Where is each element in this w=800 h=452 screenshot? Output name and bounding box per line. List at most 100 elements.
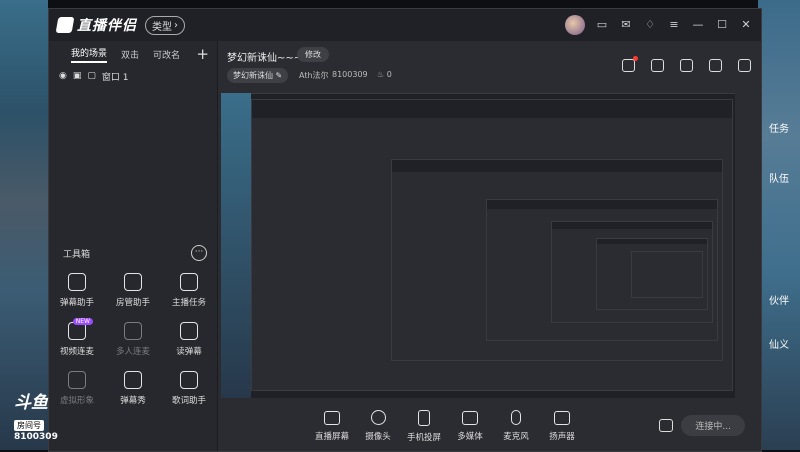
record-icon[interactable] bbox=[659, 419, 673, 432]
douyu-watermark: 斗鱼 房间号 8100309 bbox=[14, 388, 58, 442]
maximize-icon[interactable]: ☐ bbox=[715, 18, 729, 32]
game-menu-team: 队伍 bbox=[769, 174, 789, 185]
tool-admin-assistant[interactable]: 房管助手 bbox=[105, 273, 161, 308]
preview-frame-7 bbox=[631, 251, 703, 298]
more-icon[interactable]: ··· bbox=[191, 245, 207, 261]
minimize-icon[interactable]: — bbox=[691, 18, 705, 32]
header-icons bbox=[622, 56, 751, 72]
app-name: 直播伴侣 bbox=[77, 18, 137, 34]
game-background-right bbox=[758, 0, 800, 450]
lyrics-icon bbox=[180, 371, 198, 389]
tool-label: 弹幕秀 bbox=[120, 396, 146, 406]
tab-double-click[interactable]: 双击 bbox=[121, 48, 139, 61]
danmaku-icon bbox=[68, 273, 86, 291]
bell-icon[interactable] bbox=[709, 59, 722, 72]
game-menu-immortal: 仙义 bbox=[769, 340, 789, 351]
task-icon bbox=[180, 273, 198, 291]
stream-header: 梦幻新诛仙~~~ 修改 梦幻新诛仙 ✎ Ath法尔 8100309 ♨ 0 bbox=[217, 41, 761, 93]
chevron-right-icon: › bbox=[174, 19, 178, 31]
multi-mic-icon bbox=[124, 322, 142, 340]
media-button[interactable]: 多媒体 bbox=[447, 410, 493, 442]
title-bar: 直播伴侣 类型 › ▭ ✉ ♢ ≡ — ☐ ✕ bbox=[49, 9, 761, 41]
type-label: 类型 bbox=[152, 21, 172, 33]
sidebar: 我的场景 双击 可改名 + ◉ ▣ ▢ 窗口 1 工具箱 ··· 弹幕助手 房管… bbox=[49, 41, 218, 451]
edit-button[interactable]: 修改 bbox=[297, 47, 329, 62]
microphone-icon bbox=[511, 410, 521, 425]
game-menu-task: 任务 bbox=[769, 124, 789, 135]
tool-streamer-task[interactable]: 主播任务 bbox=[161, 273, 217, 308]
app-window: 直播伴侣 类型 › ▭ ✉ ♢ ≡ — ☐ ✕ 我的场景 双击 可改名 + ◉ … bbox=[48, 8, 762, 452]
likes-value: 0 bbox=[386, 70, 392, 79]
stream-preview[interactable] bbox=[221, 93, 735, 398]
speaker-icon bbox=[554, 410, 570, 425]
tool-video-mic[interactable]: NEW 视频连麦 bbox=[49, 318, 105, 357]
tool-label: 多人连麦 bbox=[115, 347, 150, 357]
speaker-button[interactable]: 扬声器 bbox=[539, 410, 585, 442]
tool-label: 虚拟形象 bbox=[59, 396, 94, 406]
tool-read-danmaku[interactable]: 读弹幕 bbox=[161, 322, 217, 357]
logo-icon bbox=[55, 17, 75, 33]
source-label: 摄像头 bbox=[365, 432, 391, 442]
window-icon: ▢ bbox=[87, 71, 96, 81]
gift-icon[interactable] bbox=[622, 56, 638, 72]
scene-tabs: 我的场景 双击 可改名 bbox=[49, 41, 217, 67]
tool-label: 弹幕助手 bbox=[59, 298, 94, 308]
lock-icon[interactable]: ▣ bbox=[73, 71, 82, 81]
avatar-icon bbox=[68, 371, 86, 389]
tool-label: 视频连麦 bbox=[59, 347, 94, 357]
tool-label: 读弹幕 bbox=[176, 347, 202, 357]
toolbox-header: 工具箱 ··· bbox=[49, 245, 217, 261]
tool-danmaku-assistant[interactable]: 弹幕助手 bbox=[49, 273, 105, 308]
start-live-button[interactable]: 连接中... bbox=[681, 415, 745, 436]
type-button[interactable]: 类型 › bbox=[145, 15, 185, 35]
danmaku-show-icon bbox=[124, 371, 142, 389]
title-controls: ▭ ✉ ♢ ≡ — ☐ ✕ bbox=[565, 15, 753, 35]
menu-icon[interactable]: ≡ bbox=[667, 18, 681, 32]
share-icon[interactable] bbox=[738, 59, 751, 72]
microphone-button[interactable]: 麦克风 bbox=[493, 410, 539, 442]
tool-multi-mic[interactable]: 多人连麦 bbox=[105, 322, 161, 357]
unlock-icon[interactable] bbox=[651, 59, 664, 72]
camera-button[interactable]: 摄像头 bbox=[355, 410, 401, 442]
tool-label: 房管助手 bbox=[115, 298, 150, 308]
game-menu-partner: 伙伴 bbox=[769, 296, 789, 307]
room-id: 8100309 bbox=[332, 70, 368, 79]
source-label: 手机投屏 bbox=[406, 432, 441, 443]
tool-lyrics-assistant[interactable]: 歌词助手 bbox=[161, 371, 217, 406]
flame-icon: ♨ bbox=[377, 70, 385, 79]
app-logo: 直播伴侣 bbox=[55, 15, 137, 35]
calendar-icon[interactable] bbox=[680, 59, 693, 72]
source-label: 麦克风 bbox=[503, 432, 529, 442]
source-label: 多媒体 bbox=[457, 431, 483, 442]
scene-item[interactable]: ◉ ▣ ▢ 窗口 1 bbox=[49, 67, 217, 85]
category-tag-label: 梦幻新诛仙 bbox=[233, 71, 273, 80]
room-label: 房间号 bbox=[14, 420, 44, 431]
media-icon bbox=[462, 410, 478, 425]
user-avatar[interactable] bbox=[565, 15, 585, 35]
toolbox-title: 工具箱 bbox=[63, 249, 91, 260]
monitor-icon[interactable]: ▭ bbox=[595, 18, 609, 32]
phone-cast-button[interactable]: 手机投屏 bbox=[401, 409, 447, 443]
message-icon[interactable]: ✉ bbox=[619, 18, 633, 32]
source-bar: 直播屏幕 摄像头 手机投屏 多媒体 麦克风 扬声器 连接中... bbox=[217, 401, 761, 451]
tool-danmaku-show[interactable]: 弹幕秀 bbox=[105, 371, 161, 406]
add-scene-button[interactable]: + bbox=[196, 45, 209, 63]
scene-item-label: 窗口 1 bbox=[101, 72, 129, 83]
source-label: 扬声器 bbox=[549, 431, 575, 442]
screen-share-button[interactable]: 直播屏幕 bbox=[309, 410, 355, 442]
category-tag[interactable]: 梦幻新诛仙 ✎ bbox=[227, 68, 289, 83]
pencil-icon: ✎ bbox=[275, 71, 283, 80]
phone-cast-icon bbox=[418, 409, 430, 426]
camera-icon bbox=[370, 410, 386, 425]
tab-rename[interactable]: 可改名 bbox=[153, 48, 180, 61]
new-badge: NEW bbox=[72, 318, 93, 325]
tab-my-scenes[interactable]: 我的场景 bbox=[71, 46, 108, 63]
close-icon[interactable]: ✕ bbox=[739, 18, 753, 32]
eye-icon[interactable]: ◉ bbox=[59, 71, 67, 81]
shirt-icon[interactable]: ♢ bbox=[643, 18, 657, 32]
likes-count: ♨ 0 bbox=[377, 70, 392, 79]
preview-game-strip bbox=[221, 93, 251, 398]
screen-share-icon bbox=[324, 410, 340, 425]
stream-title: 梦幻新诛仙~~~ bbox=[227, 53, 303, 64]
admin-icon bbox=[124, 273, 142, 291]
